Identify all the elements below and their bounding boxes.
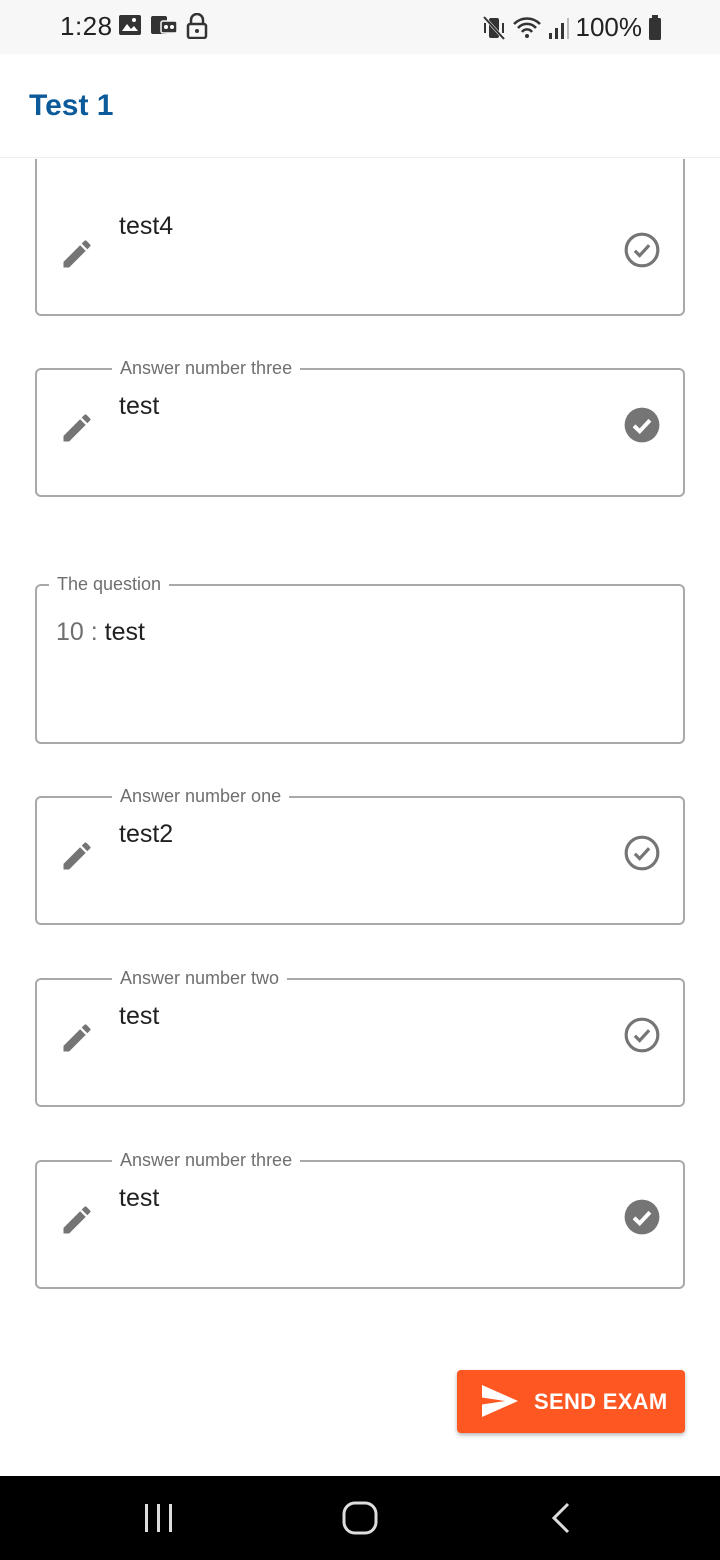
field-label: Answer number three bbox=[112, 1149, 301, 1171]
check-circle-filled-icon[interactable] bbox=[623, 406, 661, 444]
check-circle-outline-icon[interactable] bbox=[623, 231, 661, 269]
check-circle-outline-icon[interactable] bbox=[623, 834, 661, 872]
status-icons-right: 100% bbox=[482, 12, 663, 43]
page-title: Test 1 bbox=[29, 89, 114, 122]
answer-field-partial[interactable]: test4 bbox=[35, 159, 685, 316]
pencil-icon[interactable] bbox=[59, 236, 95, 272]
send-exam-button[interactable]: SEND EXAM bbox=[457, 1370, 685, 1433]
answer-value[interactable]: test bbox=[119, 1184, 159, 1213]
answer-field-two[interactable]: Answer number two test bbox=[35, 967, 685, 1107]
wifi-icon bbox=[512, 16, 541, 38]
navigation-bar bbox=[0, 1476, 720, 1560]
pencil-icon[interactable] bbox=[59, 1202, 95, 1238]
pencil-icon[interactable] bbox=[59, 410, 95, 446]
send-icon bbox=[482, 1385, 518, 1417]
question-value: 10 : test bbox=[56, 618, 145, 647]
status-bar: 1:28 100% bbox=[0, 0, 720, 54]
battery-icon bbox=[649, 14, 661, 40]
answer-field-three[interactable]: Answer number three test bbox=[35, 1149, 685, 1289]
answer-value[interactable]: test2 bbox=[119, 820, 173, 849]
status-time: 1:28 bbox=[60, 11, 113, 41]
field-label: Answer number two bbox=[112, 967, 288, 989]
exam-content[interactable]: test4 Answer number three test The quest… bbox=[0, 159, 720, 1476]
field-label: The question bbox=[49, 573, 170, 595]
vibrate-mute-icon bbox=[482, 15, 505, 40]
question-field[interactable]: The question 10 : test bbox=[35, 573, 685, 744]
field-label: Answer number three bbox=[112, 357, 301, 379]
answer-value[interactable]: test bbox=[119, 392, 159, 421]
field-label: Answer number one bbox=[112, 785, 290, 807]
check-circle-filled-icon[interactable] bbox=[623, 1198, 661, 1236]
answer-value[interactable]: test bbox=[119, 1002, 159, 1031]
pencil-icon[interactable] bbox=[59, 838, 95, 874]
voicemail-icon bbox=[151, 16, 178, 34]
back-icon[interactable] bbox=[548, 1496, 574, 1540]
status-icons-left bbox=[118, 13, 208, 39]
answer-value[interactable]: test4 bbox=[119, 212, 173, 241]
recent-apps-icon[interactable] bbox=[142, 1496, 176, 1540]
image-icon bbox=[119, 15, 141, 35]
lock-icon bbox=[186, 13, 208, 39]
question-number: 10 : bbox=[56, 618, 98, 646]
answer-field-one[interactable]: Answer number one test2 bbox=[35, 785, 685, 925]
send-exam-label: SEND EXAM bbox=[534, 1389, 668, 1414]
answer-field-three[interactable]: Answer number three test bbox=[35, 357, 685, 497]
pencil-icon[interactable] bbox=[59, 1020, 95, 1056]
battery-percent: 100% bbox=[575, 12, 643, 42]
home-icon[interactable] bbox=[340, 1496, 380, 1540]
app-bar: Test 1 bbox=[0, 54, 720, 158]
check-circle-outline-icon[interactable] bbox=[623, 1016, 661, 1054]
question-text: test bbox=[104, 618, 145, 646]
signal-icon bbox=[548, 17, 569, 39]
